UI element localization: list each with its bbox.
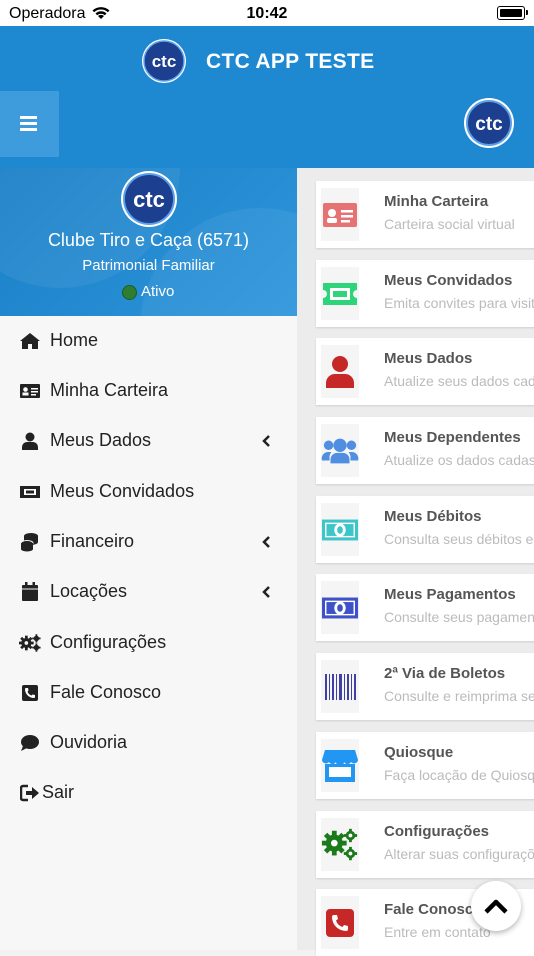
card-title: Meus Convidados xyxy=(384,272,513,289)
user-icon xyxy=(326,355,354,388)
gears-icon xyxy=(321,828,358,860)
phone-icon xyxy=(22,685,38,701)
nav-item-locacoes[interactable]: Locações xyxy=(0,567,297,617)
card-subtitle: Consulte e reimprima se xyxy=(384,688,534,704)
card-subtitle: Atualize os dados cadas xyxy=(384,452,534,468)
nav-item-label: Minha Carteira xyxy=(50,380,169,400)
gears-icon xyxy=(19,634,41,652)
battery-icon xyxy=(497,6,528,20)
svg-text:ctc: ctc xyxy=(475,114,503,135)
nav-item-ouvidoria[interactable]: Ouvidoria xyxy=(0,718,297,768)
status-bar: Operadora 10:42 xyxy=(0,0,534,26)
chevron-left-icon xyxy=(262,536,270,548)
id-card-icon xyxy=(20,384,40,398)
card-subtitle: Emita convites para visita xyxy=(384,295,534,311)
money-icon xyxy=(321,519,359,540)
nav-item-label: Home xyxy=(50,330,99,350)
users-icon xyxy=(321,438,359,463)
card-configuracoes[interactable]: Configurações Alterar suas configuraçõ xyxy=(316,811,534,878)
calendar-icon xyxy=(22,582,38,601)
nav-item-configuracoes[interactable]: Configurações xyxy=(0,618,297,668)
coins-icon xyxy=(20,533,38,552)
card-subtitle: Consulta seus débitos e xyxy=(384,531,534,547)
comment-icon xyxy=(21,735,39,751)
drawer-logo: ctc xyxy=(121,171,177,227)
nav-item-label: Configurações xyxy=(50,632,167,652)
member-name: Clube Tiro e Caça (6571) xyxy=(47,230,250,250)
chevron-up-icon xyxy=(484,899,508,914)
card-meus-pagamentos[interactable]: Meus Pagamentos Consulte seus pagamen xyxy=(316,574,534,641)
nav-item-label: Meus Convidados xyxy=(50,481,195,501)
nav-item-label: Sair xyxy=(42,782,75,802)
card-title: Fale Conosco xyxy=(384,901,483,918)
nav-item-minha-carteira[interactable]: Minha Carteira xyxy=(0,366,297,416)
card-meus-dados[interactable]: Meus Dados Atualize seus dados cad xyxy=(316,338,534,405)
nav-item-home[interactable]: Home xyxy=(0,316,297,366)
status-dot xyxy=(122,285,137,300)
nav-item-label: Financeiro xyxy=(50,531,135,551)
chevron-left-icon xyxy=(262,586,270,598)
app-header: ctc CTC APP TESTE xyxy=(0,26,534,94)
card-title: Meus Dependentes xyxy=(384,429,521,446)
nav-item-label: Meus Dados xyxy=(50,430,152,450)
ctc-logo-small: ctc xyxy=(464,98,514,148)
sub-header xyxy=(0,94,534,168)
nav-item-meus-convidados[interactable]: Meus Convidados xyxy=(0,467,297,517)
card-title: 2ª Via de Boletos xyxy=(384,665,506,682)
card-title: Quiosque xyxy=(384,744,454,761)
sign-out-icon xyxy=(20,784,39,802)
nav-item-meus-dados[interactable]: Meus Dados xyxy=(0,416,297,466)
card-subtitle: Atualize seus dados cad xyxy=(384,373,534,389)
card-title: Configurações xyxy=(384,823,490,840)
svg-text:ctc: ctc xyxy=(152,52,177,71)
card-meus-debitos[interactable]: Meus Débitos Consulta seus débitos e xyxy=(316,496,534,563)
card-quiosque[interactable]: Quiosque Faça locação de Quiosq xyxy=(316,732,534,799)
hamburger-icon xyxy=(20,116,37,119)
chevron-left-icon xyxy=(262,435,270,447)
money-icon xyxy=(321,597,359,618)
card-title: Meus Pagamentos xyxy=(384,586,516,603)
user-icon xyxy=(22,432,38,450)
card-meus-convidados[interactable]: Meus Convidados Emita convites para visi… xyxy=(316,260,534,327)
member-status: Ativo xyxy=(141,283,175,300)
card-title: Meus Dados xyxy=(384,350,473,367)
nav-item-fale-conosco[interactable]: Fale Conosco xyxy=(0,668,297,718)
clock: 10:42 xyxy=(246,5,288,22)
nav-item-financeiro[interactable]: Financeiro xyxy=(0,517,297,567)
nav-item-label: Locações xyxy=(50,581,128,601)
ticket-icon xyxy=(20,486,40,498)
card-title: Meus Débitos xyxy=(384,508,482,525)
card-segunda-via-boletos[interactable]: 2ª Via de Boletos Consulte e reimprima s… xyxy=(316,653,534,720)
menu-button[interactable] xyxy=(0,91,59,157)
barcode-icon xyxy=(325,673,356,700)
card-subtitle: Faça locação de Quiosq xyxy=(384,767,534,783)
card-subtitle: Carteira social virtual xyxy=(384,216,515,232)
card-meus-dependentes[interactable]: Meus Dependentes Atualize os dados cadas xyxy=(316,417,534,484)
card-minha-carteira[interactable]: Minha Carteira Carteira social virtual xyxy=(316,181,534,248)
card-subtitle: Entre em contato xyxy=(384,924,491,940)
nav-item-label: Fale Conosco xyxy=(50,682,162,702)
card-subtitle: Alterar suas configuraçõ xyxy=(384,846,534,862)
nav-item-sair[interactable]: Sair xyxy=(0,768,297,818)
member-type: Patrimonial Familiar xyxy=(82,257,215,274)
nav-item-label: Ouvidoria xyxy=(50,732,128,752)
store-icon xyxy=(322,749,358,782)
home-icon xyxy=(20,333,40,349)
card-title: Minha Carteira xyxy=(384,193,489,210)
scroll-top-button[interactable] xyxy=(471,881,521,931)
ctc-logo: ctc xyxy=(142,39,186,83)
ticket-icon xyxy=(323,282,357,305)
svg-text:ctc: ctc xyxy=(133,187,165,212)
app-title: CTC APP TESTE xyxy=(206,50,375,73)
phone-icon xyxy=(326,908,354,937)
id-card-icon xyxy=(323,202,357,227)
card-subtitle: Consulte seus pagamen xyxy=(384,609,534,625)
